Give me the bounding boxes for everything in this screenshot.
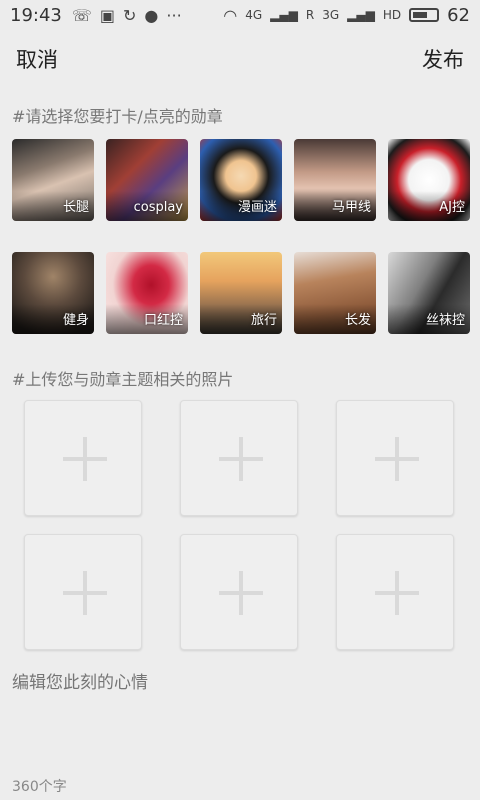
message-icon: ● <box>144 5 159 25</box>
badge-lipstick[interactable]: 口红控 <box>106 252 188 334</box>
hd-icon: HD <box>382 8 402 22</box>
signal-4g-label: 4G <box>245 8 263 22</box>
upload-slot[interactable] <box>336 400 454 516</box>
signal-icon: ▂▄▆ <box>270 8 298 22</box>
upload-grid <box>24 400 454 650</box>
badge-fitness[interactable]: 健身 <box>12 252 94 334</box>
badge-label: 马甲线 <box>331 200 371 215</box>
missed-call-icon: ☏ <box>71 5 92 25</box>
upload-slot[interactable] <box>180 400 298 516</box>
badge-label: 长发 <box>344 313 371 328</box>
badge-row-2: 健身 口红控 旅行 长发 丝袜控 <box>12 252 470 334</box>
badge-label: AJ控 <box>439 200 465 215</box>
sync-icon: ↻ <box>123 5 137 25</box>
image-icon: ▣ <box>99 5 116 25</box>
top-bar: 取消 发布 <box>0 30 480 88</box>
badge-travel[interactable]: 旅行 <box>200 252 282 334</box>
badge-stockings[interactable]: 丝袜控 <box>388 252 470 334</box>
badge-label: 长腿 <box>62 200 89 215</box>
badge-label: 口红控 <box>143 313 183 328</box>
mood-input[interactable] <box>12 668 468 768</box>
badge-section-title: #请选择您要打卡/点亮的勋章 <box>12 107 223 126</box>
battery-icon <box>409 8 440 22</box>
badge-legs[interactable]: 长腿 <box>12 139 94 221</box>
badge-cosplay[interactable]: cosplay <box>106 139 188 221</box>
cancel-button[interactable]: 取消 <box>16 44 58 74</box>
publish-button[interactable]: 发布 <box>422 44 464 74</box>
roaming-label: R <box>305 8 315 22</box>
badge-label: 健身 <box>62 313 89 328</box>
badge-abs[interactable]: 马甲线 <box>294 139 376 221</box>
badge-label: cosplay <box>133 200 183 215</box>
status-time: 19:43 <box>10 4 62 26</box>
upload-slot[interactable] <box>24 400 142 516</box>
status-bar: 19:43 ☏ ▣ ↻ ● ··· ◠ 4G ▂▄▆ R 3G ▂▄▆ HD 6… <box>0 0 480 30</box>
badge-hair[interactable]: 长发 <box>294 252 376 334</box>
badge-label: 丝袜控 <box>425 313 465 328</box>
signal-icon-2: ▂▄▆ <box>347 8 375 22</box>
wifi-icon: ◠ <box>223 5 238 25</box>
upload-slot[interactable] <box>24 534 142 650</box>
character-counter: 360个字 <box>12 779 67 795</box>
badge-label: 漫画迷 <box>237 200 277 215</box>
battery-percent: 62 <box>447 4 470 26</box>
badge-anime[interactable]: 漫画迷 <box>200 139 282 221</box>
more-icon: ··· <box>166 5 182 25</box>
signal-3g-label: 3G <box>322 8 340 22</box>
upload-slot[interactable] <box>180 534 298 650</box>
badge-row-1: 长腿 cosplay 漫画迷 马甲线 AJ控 <box>12 139 470 221</box>
badge-aj[interactable]: AJ控 <box>388 139 470 221</box>
upload-slot[interactable] <box>336 534 454 650</box>
upload-section-title: #上传您与勋章主题相关的照片 <box>12 370 234 389</box>
badge-label: 旅行 <box>250 313 277 328</box>
